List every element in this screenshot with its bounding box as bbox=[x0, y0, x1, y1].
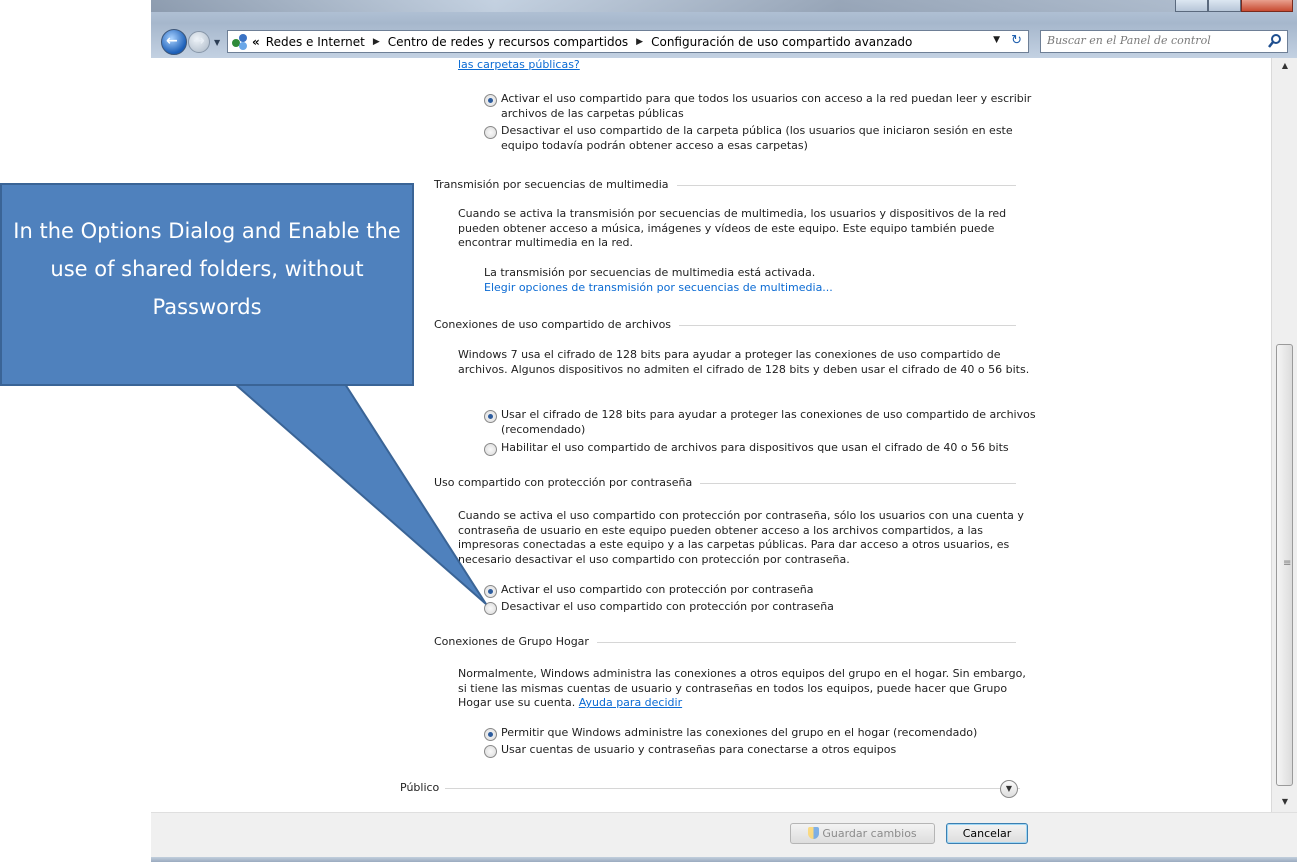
media-description: Cuando se activa la transmisión por secu… bbox=[458, 207, 1007, 249]
public-folder-on-radio[interactable]: Activar el uso compartido para que todos… bbox=[484, 92, 1044, 121]
breadcrumb-overflow[interactable]: « bbox=[252, 35, 260, 49]
password-description: Cuando se activa el uso compartido con p… bbox=[458, 509, 1024, 566]
navigation-bar: ← → ▼ « Redes e Internet ▶ Centro de red… bbox=[151, 21, 1297, 58]
forward-arrow-icon: → bbox=[193, 33, 205, 49]
radio-unselected-icon bbox=[484, 126, 497, 139]
settings-content: las carpetas públicas? Activar el uso co… bbox=[151, 58, 1271, 812]
footer-bar: Guardar cambios Cancelar bbox=[151, 812, 1297, 858]
address-dropdown-icon[interactable]: ▼ bbox=[993, 35, 1000, 45]
address-bar[interactable]: « Redes e Internet ▶ Centro de redes y r… bbox=[227, 30, 1029, 53]
uac-shield-icon bbox=[808, 827, 820, 839]
public-folder-off-radio[interactable]: Desactivar el uso compartido de la carpe… bbox=[484, 124, 1044, 153]
media-options-link[interactable]: Elegir opciones de transmisión por secue… bbox=[484, 281, 1059, 296]
section-file-sharing: Conexiones de uso compartido de archivos bbox=[434, 317, 1016, 333]
radio-unselected-icon bbox=[484, 443, 497, 456]
homegroup-windows-radio[interactable]: Permitir que Windows administre las cone… bbox=[484, 726, 1044, 741]
breadcrumb-item-advanced-sharing[interactable]: Configuración de uso compartido avanzado bbox=[651, 35, 912, 49]
password-off-radio[interactable]: Desactivar el uso compartido con protecc… bbox=[484, 600, 1044, 615]
scroll-up-icon[interactable]: ▲ bbox=[1272, 58, 1297, 74]
window-frame-bottom bbox=[151, 857, 1297, 862]
breadcrumb-item-network-center[interactable]: Centro de redes y recursos compartidos bbox=[388, 35, 628, 49]
window-controls bbox=[1175, 0, 1293, 12]
public-folders-link[interactable]: las carpetas públicas? bbox=[458, 58, 1033, 73]
homegroup-description: Normalmente, Windows administra las cone… bbox=[458, 667, 1026, 709]
back-arrow-icon: ← bbox=[166, 33, 178, 49]
encryption-40-56-radio[interactable]: Habilitar el uso compartido de archivos … bbox=[484, 441, 1044, 456]
breadcrumb-separator-icon[interactable]: ▶ bbox=[373, 37, 380, 47]
breadcrumb-separator-icon[interactable]: ▶ bbox=[636, 37, 643, 47]
help-decide-link[interactable]: Ayuda para decidir bbox=[579, 696, 682, 709]
annotation-callout: In the Options Dialog and Enable the use… bbox=[0, 183, 414, 386]
homegroup-accounts-radio[interactable]: Usar cuentas de usuario y contraseñas pa… bbox=[484, 743, 1044, 758]
breadcrumb-item-network-internet[interactable]: Redes e Internet bbox=[266, 35, 365, 49]
minimize-button[interactable] bbox=[1175, 0, 1209, 12]
section-media-streaming: Transmisión por secuencias de multimedia bbox=[434, 177, 1016, 193]
radio-selected-icon bbox=[484, 94, 497, 107]
grip-icon: ≡ bbox=[1283, 558, 1292, 569]
radio-selected-icon bbox=[484, 728, 497, 741]
maximize-button[interactable] bbox=[1208, 0, 1242, 12]
network-icon bbox=[232, 33, 248, 50]
search-icon[interactable] bbox=[1267, 33, 1283, 49]
media-status: La transmisión por secuencias de multime… bbox=[484, 266, 816, 279]
password-on-radio[interactable]: Activar el uso compartido con protección… bbox=[484, 583, 1044, 598]
radio-selected-icon bbox=[484, 585, 497, 598]
back-button[interactable]: ← bbox=[161, 29, 187, 55]
forward-button[interactable]: → bbox=[188, 31, 210, 53]
save-changes-button[interactable]: Guardar cambios bbox=[790, 823, 935, 844]
scroll-down-icon[interactable]: ▼ bbox=[1272, 794, 1297, 810]
radio-unselected-icon bbox=[484, 602, 497, 615]
section-homegroup: Conexiones de Grupo Hogar bbox=[434, 634, 1016, 650]
encryption-128-radio[interactable]: Usar el cifrado de 128 bits para ayudar … bbox=[484, 408, 1044, 437]
section-password-protected: Uso compartido con protección por contra… bbox=[434, 475, 1016, 491]
vertical-scrollbar[interactable]: ▲ ≡ ▼ bbox=[1271, 58, 1297, 812]
radio-selected-icon bbox=[484, 410, 497, 423]
search-input[interactable] bbox=[1041, 31, 1257, 50]
file-sharing-description: Windows 7 usa el cifrado de 128 bits par… bbox=[458, 348, 1030, 376]
cancel-button[interactable]: Cancelar bbox=[946, 823, 1028, 844]
refresh-icon[interactable]: ↻ bbox=[1011, 33, 1022, 48]
close-button[interactable] bbox=[1241, 0, 1293, 12]
chevron-down-icon[interactable]: ▼ bbox=[1000, 780, 1018, 798]
control-panel-window: ← → ▼ « Redes e Internet ▶ Centro de red… bbox=[151, 0, 1297, 862]
radio-unselected-icon bbox=[484, 745, 497, 758]
recent-pages-dropdown[interactable]: ▼ bbox=[214, 38, 220, 47]
section-public-profile: Público bbox=[400, 780, 1020, 796]
search-box bbox=[1040, 30, 1288, 53]
